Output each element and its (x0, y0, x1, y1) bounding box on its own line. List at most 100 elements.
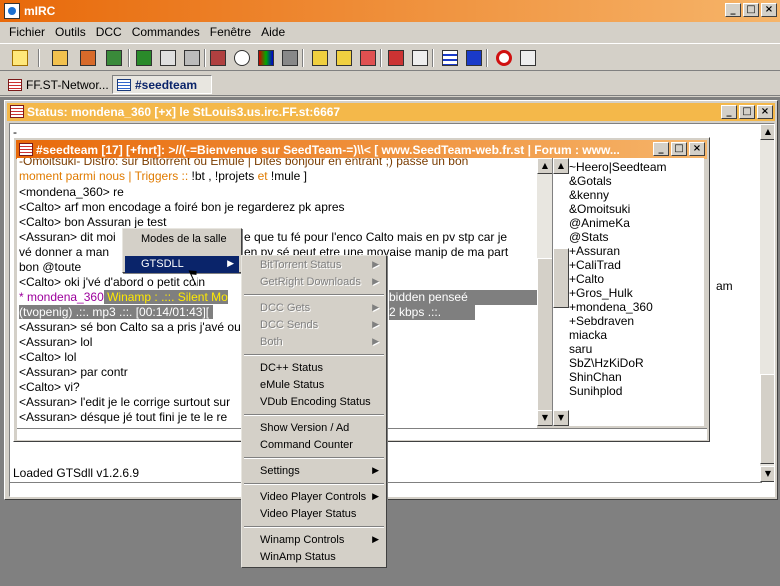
nick-item[interactable]: &kenny (569, 188, 609, 202)
nick-item[interactable]: miacka (569, 328, 607, 342)
status-scrollbar[interactable]: ▲ ▼ (760, 124, 774, 482)
menu-item-dcc-gets[interactable]: DCC Gets ▶ (244, 300, 384, 317)
menu-item-dcc-sends[interactable]: DCC Sends ▶ (244, 317, 384, 334)
nicklist-scrollbar[interactable]: ▲ ▼ (553, 158, 569, 426)
channel-minimize-button[interactable]: _ (653, 142, 669, 156)
options-button[interactable] (50, 48, 70, 68)
menu-item-dcpp-status[interactable]: DC++ Status (244, 360, 384, 377)
menu-separator (244, 483, 384, 485)
menu-item-modes-salle[interactable]: Modes de la salle (125, 231, 239, 248)
menu-fichier[interactable]: Fichier (4, 25, 50, 39)
scroll-up-icon[interactable]: ▲ (537, 158, 553, 174)
menu-dcc[interactable]: DCC (91, 25, 127, 39)
aliases-button[interactable] (134, 48, 154, 68)
menu-item-vdub-status[interactable]: VDub Encoding Status (244, 394, 384, 411)
scroll-down-icon[interactable]: ▼ (760, 466, 774, 482)
scroll-up-icon[interactable]: ▲ (760, 124, 774, 140)
colors-button[interactable] (256, 48, 276, 68)
scroll-thumb[interactable] (553, 248, 569, 308)
menu-item-winamp-controls[interactable]: Winamp Controls ▶ (244, 532, 384, 549)
dcc-send-button[interactable] (208, 48, 228, 68)
menu-item-gtsdll[interactable]: GTSDLL ▶ (125, 256, 239, 273)
nick-item[interactable]: Sunihplod (569, 384, 622, 398)
menu-item-emule-status[interactable]: eMule Status (244, 377, 384, 394)
status-window-titlebar[interactable]: Status: mondena_360 [+x] le StLouis3.us.… (7, 103, 775, 121)
menu-bar: Fichier Outils DCC Commandes Fenêtre Aid… (0, 22, 780, 42)
cascade-windows-button[interactable] (464, 48, 484, 68)
menu-item-show-version[interactable]: Show Version / Ad (244, 420, 384, 437)
menu-item-settings[interactable]: Settings ▶ (244, 463, 384, 480)
status-maximize-button[interactable]: □ (739, 105, 755, 119)
nick-item[interactable]: +Sebdraven (569, 314, 634, 328)
menu-separator (244, 414, 384, 416)
menu-item-video-player-controls[interactable]: Video Player Controls ▶ (244, 489, 384, 506)
notify-button[interactable] (310, 48, 330, 68)
scripts-button[interactable] (158, 48, 178, 68)
timer-button[interactable] (232, 48, 252, 68)
dcc-list-button[interactable] (358, 48, 378, 68)
tab-seedteam-label: #seedteam (135, 77, 198, 92)
menu-item-bittorrent-status[interactable]: BitTorrent Status ▶ (244, 257, 384, 274)
nick-list[interactable]: ~Heero|Seedteam &Gotals &kenny &Omoitsuk… (552, 158, 704, 426)
channel-window-titlebar[interactable]: #seedteam [17] [+fnrt]: >//(-=Bienvenue … (16, 140, 707, 159)
nick-item[interactable]: +Calto (569, 272, 604, 286)
close-button[interactable]: × (761, 3, 777, 17)
scroll-down-icon[interactable]: ▼ (553, 410, 569, 426)
scroll-thumb[interactable] (537, 258, 553, 418)
menu-separator (244, 457, 384, 459)
channel-maximize-button[interactable]: □ (671, 142, 687, 156)
menu-item-video-player-status[interactable]: Video Player Status (244, 506, 384, 523)
nick-item[interactable]: &Gotals (569, 174, 612, 188)
tab-seedteam[interactable]: #seedteam (112, 75, 212, 94)
status-minimize-button[interactable]: _ (721, 105, 737, 119)
favorites-button[interactable] (78, 48, 98, 68)
menu-commandes[interactable]: Commandes (127, 25, 205, 39)
nick-item[interactable]: SbZ\HzKiDoR (569, 356, 644, 370)
chat-line: <Calto> arf mon encodage a foiré bon je … (19, 200, 345, 214)
scroll-thumb[interactable] (760, 374, 774, 464)
users-button[interactable] (182, 48, 202, 68)
title-bar[interactable]: mIRC _ □ × (0, 0, 780, 22)
address-book-button[interactable] (104, 48, 124, 68)
toolbar-separator (204, 49, 206, 67)
chat-line: (tvopenig) .::. mp3 .::. [00:14/01:43][2… (19, 305, 476, 320)
menu-fenetre[interactable]: Fenêtre (205, 25, 256, 39)
nick-item[interactable]: ShinChan (569, 370, 622, 384)
menu-aide[interactable]: Aide (256, 25, 290, 39)
log-button[interactable] (410, 48, 430, 68)
tile-windows-button[interactable] (440, 48, 460, 68)
scroll-up-icon[interactable]: ▲ (553, 158, 569, 174)
scroll-down-icon[interactable]: ▼ (537, 410, 553, 426)
nick-item[interactable]: ~Heero|Seedteam (569, 160, 667, 174)
status-close-button[interactable]: × (757, 105, 773, 119)
nick-item[interactable]: @AnimeKa (569, 216, 630, 230)
nick-item[interactable]: +CaliTrad (569, 258, 621, 272)
mirc-app-icon[interactable] (4, 3, 20, 19)
nick-item[interactable]: +Gros_Hulk (569, 286, 633, 300)
nick-item[interactable]: +mondena_360 (569, 300, 653, 314)
nick-item[interactable]: +Assuran (569, 244, 620, 258)
nick-item[interactable]: saru (569, 342, 592, 356)
chat-line: moment parmi nous | Triggers :: !bt , !p… (19, 169, 307, 183)
help-button[interactable] (494, 48, 514, 68)
connect-button[interactable] (10, 48, 30, 68)
menu-outils[interactable]: Outils (50, 25, 91, 39)
chat-scrollbar[interactable]: ▲ ▼ (537, 158, 553, 426)
switchbar: FF.ST-Networ... #seedteam (0, 72, 780, 96)
menu-item-getright-downloads[interactable]: GetRight Downloads ▶ (244, 274, 384, 291)
tab-status[interactable]: FF.ST-Networ... (4, 75, 115, 94)
about-button[interactable] (518, 48, 538, 68)
menu-item-winamp-status[interactable]: WinAmp Status (244, 549, 384, 566)
maximize-button[interactable]: □ (743, 3, 759, 17)
tab-status-label: FF.ST-Networ... (26, 77, 109, 92)
minimize-button[interactable]: _ (725, 3, 741, 17)
nick-item[interactable]: @Stats (569, 230, 609, 244)
channel-close-button[interactable]: × (689, 142, 705, 156)
menu-item-both[interactable]: Both ▶ (244, 334, 384, 351)
chat-line: <Calto> vi? (19, 380, 80, 394)
sounds-button[interactable] (280, 48, 300, 68)
nick-item[interactable]: &Omoitsuki (569, 202, 630, 216)
dcc-chat-button[interactable] (334, 48, 354, 68)
url-list-button[interactable] (386, 48, 406, 68)
menu-item-command-counter[interactable]: Command Counter (244, 437, 384, 454)
